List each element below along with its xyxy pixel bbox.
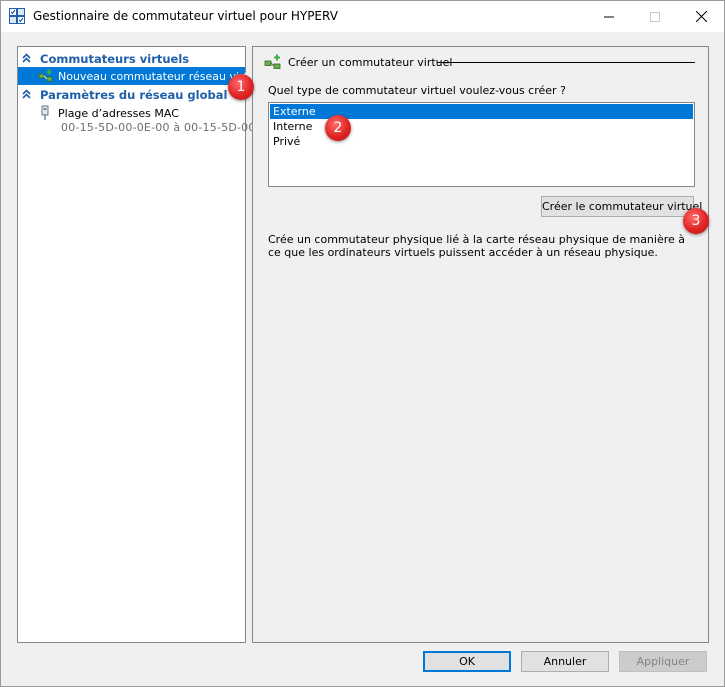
title-bar: Gestionnaire de commutateur virtuel pour… <box>1 1 724 32</box>
section-header-virtual-switches[interactable]: Commutateurs virtuels <box>18 50 245 67</box>
tree-item-label: Plage d’adresses MAC <box>58 107 179 120</box>
chevron-up-double-icon <box>22 89 31 99</box>
create-switch-button[interactable]: Créer le commutateur virtuel <box>541 196 702 217</box>
close-icon <box>695 11 707 22</box>
cancel-button[interactable]: Annuler <box>521 651 609 672</box>
minimize-button[interactable] <box>586 1 632 32</box>
switch-type-description: Crée un commutateur physique lié à la ca… <box>268 233 686 259</box>
ok-button[interactable]: OK <box>423 651 511 672</box>
details-pane: Créer un commutateur virtuel Quel type d… <box>252 46 709 643</box>
section-label: Paramètres du réseau global <box>40 88 228 102</box>
mac-range-value: 00-15-5D-00-0E-00 à 00-15-5D-00... <box>61 121 267 134</box>
panel-title: Créer un commutateur virtuel <box>288 56 453 69</box>
apply-button[interactable]: Appliquer <box>619 651 707 672</box>
annotation-badge-2: 2 <box>325 115 351 141</box>
navigation-pane: Commutateurs virtuels Nouveau commutateu… <box>17 46 266 643</box>
new-vswitch-icon <box>38 69 53 82</box>
mac-address-icon <box>41 105 49 120</box>
tree-item-new-virtual-switch[interactable]: Nouveau commutateur réseau virtuel <box>18 67 265 85</box>
section-header-global-network[interactable]: Paramètres du réseau global <box>18 86 245 103</box>
switch-type-question: Quel type de commutateur virtuel voulez-… <box>268 84 566 97</box>
window-title: Gestionnaire de commutateur virtuel pour… <box>33 9 338 23</box>
new-vswitch-icon <box>264 54 281 69</box>
annotation-badge-1: 1 <box>228 74 254 100</box>
section-label: Commutateurs virtuels <box>40 52 190 66</box>
close-button[interactable] <box>678 1 724 32</box>
vswitch-manager-icon <box>9 8 25 24</box>
maximize-icon <box>650 11 660 22</box>
switch-type-listbox[interactable]: Externe Interne Privé <box>268 102 695 187</box>
minimize-icon <box>604 16 614 17</box>
dialog-window: Gestionnaire de commutateur virtuel pour… <box>0 0 725 687</box>
tree-item-mac-address-range[interactable]: Plage d’adresses MAC <box>18 104 245 122</box>
header-divider <box>437 62 695 63</box>
maximize-button[interactable] <box>632 1 678 32</box>
annotation-badge-3: 3 <box>683 208 709 234</box>
chevron-up-double-icon <box>22 53 31 63</box>
